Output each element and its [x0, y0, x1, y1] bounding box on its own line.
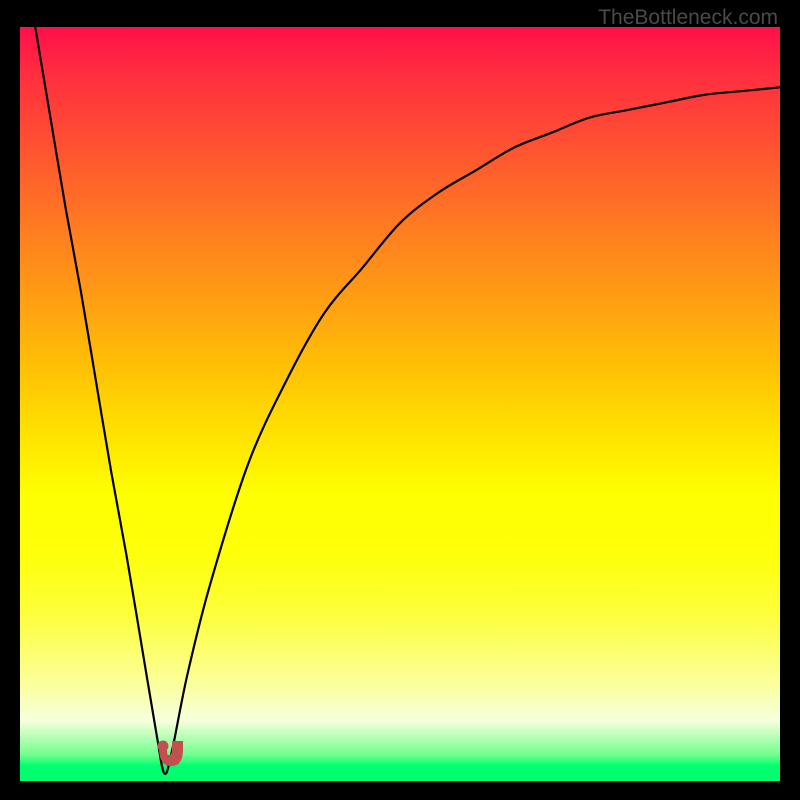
chart-frame: TheBottleneck.com [0, 0, 800, 800]
plot-area [20, 27, 780, 781]
gradient-background [20, 27, 780, 781]
watermark-text: TheBottleneck.com [598, 6, 778, 30]
